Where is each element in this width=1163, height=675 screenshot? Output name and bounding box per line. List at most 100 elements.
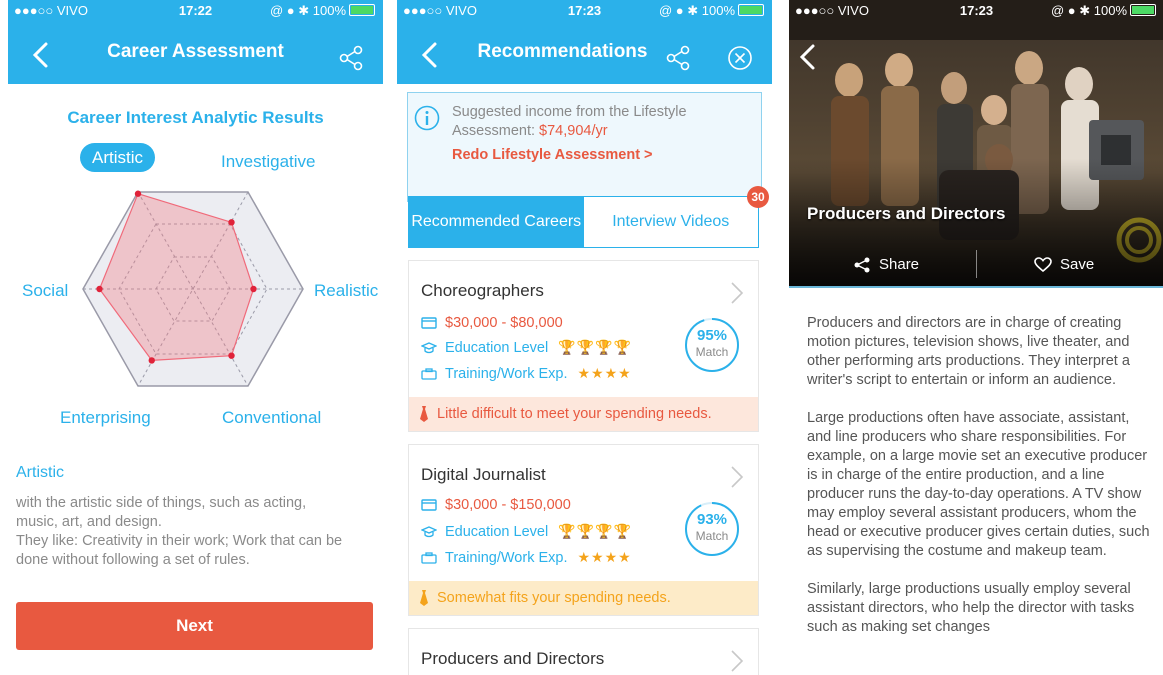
graduation-cap-icon <box>421 525 437 537</box>
battery-indicator: @ ● ✱ 100% <box>270 3 375 19</box>
description-paragraph: Similarly, large productions usually emp… <box>807 581 1135 635</box>
next-button[interactable]: Next <box>16 602 373 650</box>
spending-fit-text: Somewhat fits your spending needs. <box>437 590 671 606</box>
hero-image: ●●●○○ VIVO 17:23 @ ● ✱ 100% Producers an… <box>789 0 1163 288</box>
status-bar: ●●●○○ VIVO 17:22 @ ● ✱ 100% <box>8 0 383 20</box>
career-card[interactable]: Digital Journalist $30,000 - $150,000 Ed… <box>408 444 759 616</box>
career-description: Producers and directors are in charge of… <box>807 314 1152 656</box>
chevron-right-icon <box>731 650 744 672</box>
match-label: Match <box>695 529 729 543</box>
career-detail-screen: ●●●○○ VIVO 17:23 @ ● ✱ 100% Producers an… <box>789 0 1163 675</box>
chevron-right-icon <box>731 466 744 488</box>
training-label: Training/Work Exp. <box>445 365 568 382</box>
film-set-photo <box>789 0 1163 288</box>
results-heading: Career Interest Analytic Results <box>67 108 324 127</box>
save-label: Save <box>1060 256 1095 273</box>
battery-icon <box>738 4 764 16</box>
education-row: Education Level 🏆🏆🏆🏆 <box>421 523 632 540</box>
training-row: Training/Work Exp. ★★★★ <box>421 365 632 382</box>
salary-range: $30,000 - $150,000 <box>445 497 571 513</box>
label-enterprising[interactable]: Enterprising <box>60 408 151 428</box>
action-divider <box>976 250 977 278</box>
match-percent: 95% <box>696 327 728 344</box>
radar-point-artistic <box>134 190 142 197</box>
star-rating: ★★★★ <box>577 365 632 381</box>
video-count-badge: 30 <box>747 186 769 208</box>
navbar: ●●●○○ VIVO 17:22 @ ● ✱ 100% Career Asses… <box>8 0 383 84</box>
trophy-rating: 🏆🏆🏆🏆 <box>558 523 632 539</box>
salary-row: $30,000 - $150,000 <box>421 497 571 513</box>
career-title: Digital Journalist <box>421 465 546 484</box>
tab-interview-videos[interactable]: Interview Videos <box>583 197 758 247</box>
page-title: Career Assessment <box>107 41 284 62</box>
radar-point-enterprising <box>148 357 155 364</box>
status-bar: ●●●○○ VIVO 17:23 @ ● ✱ 100% <box>397 0 772 20</box>
tie-icon <box>420 406 428 422</box>
artistic-pill[interactable]: Artistic <box>80 143 155 172</box>
match-gauge: 93% Match <box>684 501 740 557</box>
wallet-icon <box>421 499 437 511</box>
radar-point-social <box>96 285 103 293</box>
share-button[interactable]: Share <box>853 256 919 273</box>
info-prefix: Assessment: <box>452 123 540 139</box>
briefcase-icon <box>421 551 437 564</box>
battery-indicator: @ ● ✱ 100% <box>1051 3 1156 19</box>
suggested-income: $74,904/yr <box>539 123 608 139</box>
info-icon <box>414 105 440 131</box>
label-investigative[interactable]: Investigative <box>221 152 316 172</box>
briefcase-icon <box>421 367 437 380</box>
radar-point-conventional <box>228 352 235 359</box>
label-artistic[interactable]: Artistic <box>80 143 155 172</box>
chevron-right-icon <box>731 282 744 304</box>
hero-actions: Share Save <box>789 250 1163 282</box>
description-line: They like: Creativity in their work; Wor… <box>16 533 343 549</box>
education-label: Education Level <box>445 339 549 356</box>
career-card[interactable]: Producers and Directors <box>408 628 759 675</box>
description-line: with the artistic side of things, such a… <box>16 495 307 511</box>
match-label: Match <box>695 345 729 359</box>
share-label: Share <box>879 256 920 273</box>
career-title: Choreographers <box>421 281 544 300</box>
career-card[interactable]: Choreographers $30,000 - $80,000 Educati… <box>408 260 759 432</box>
label-social[interactable]: Social <box>22 281 68 301</box>
education-label: Education Level <box>445 523 549 540</box>
income-info-text: Suggested income from the Lifestyle Asse… <box>452 103 752 141</box>
tie-icon <box>420 590 428 606</box>
info-line: Suggested income from the Lifestyle <box>452 104 687 120</box>
save-button[interactable]: Save <box>1034 256 1094 273</box>
section-title: Artistic <box>16 464 64 481</box>
spending-fit-banner: Somewhat fits your spending needs. <box>409 581 758 615</box>
spending-fit-text: Little difficult to meet your spending n… <box>437 406 712 422</box>
description-paragraph: Large productions often have associate, … <box>807 410 1150 559</box>
career-radar-chart <box>82 190 304 387</box>
graduation-cap-icon <box>421 341 437 353</box>
description-paragraph: Producers and directors are in charge of… <box>807 315 1130 388</box>
share-icon[interactable] <box>665 45 691 71</box>
content-tabs: Recommended Careers Interview Videos <box>408 196 759 248</box>
battery-percent: 100% <box>312 3 346 18</box>
share-icon <box>854 257 870 272</box>
trophy-rating: 🏆🏆🏆🏆 <box>558 339 632 355</box>
back-icon[interactable] <box>793 42 823 72</box>
spending-fit-banner: Little difficult to meet your spending n… <box>409 397 758 431</box>
heart-icon <box>1034 256 1052 272</box>
battery-indicator: @ ● ✱ 100% <box>659 3 764 19</box>
section-description: with the artistic side of things, such a… <box>16 494 376 570</box>
training-label: Training/Work Exp. <box>445 549 568 566</box>
battery-icon <box>1130 4 1156 16</box>
description-line: done without following a set of rules. <box>16 552 250 568</box>
redo-lifestyle-link[interactable]: Redo Lifestyle Assessment > <box>452 147 653 163</box>
match-gauge: 95% Match <box>684 317 740 373</box>
info-line: Assessment: $74,904/yr <box>452 122 752 141</box>
tab-recommended-careers[interactable]: Recommended Careers <box>409 197 584 247</box>
navbar: ●●●○○ VIVO 17:23 @ ● ✱ 100% Recommendati… <box>397 0 772 84</box>
training-row: Training/Work Exp. ★★★★ <box>421 549 632 566</box>
career-title: Producers and Directors <box>807 204 1006 223</box>
label-conventional[interactable]: Conventional <box>222 408 321 428</box>
share-icon[interactable] <box>338 45 364 71</box>
description-line: music, art, and design. <box>16 514 162 530</box>
income-info-box: Suggested income from the Lifestyle Asse… <box>407 92 762 202</box>
career-assessment-screen: ●●●○○ VIVO 17:22 @ ● ✱ 100% Career Asses… <box>8 0 383 675</box>
close-icon[interactable] <box>727 45 753 71</box>
label-realistic[interactable]: Realistic <box>314 281 378 301</box>
